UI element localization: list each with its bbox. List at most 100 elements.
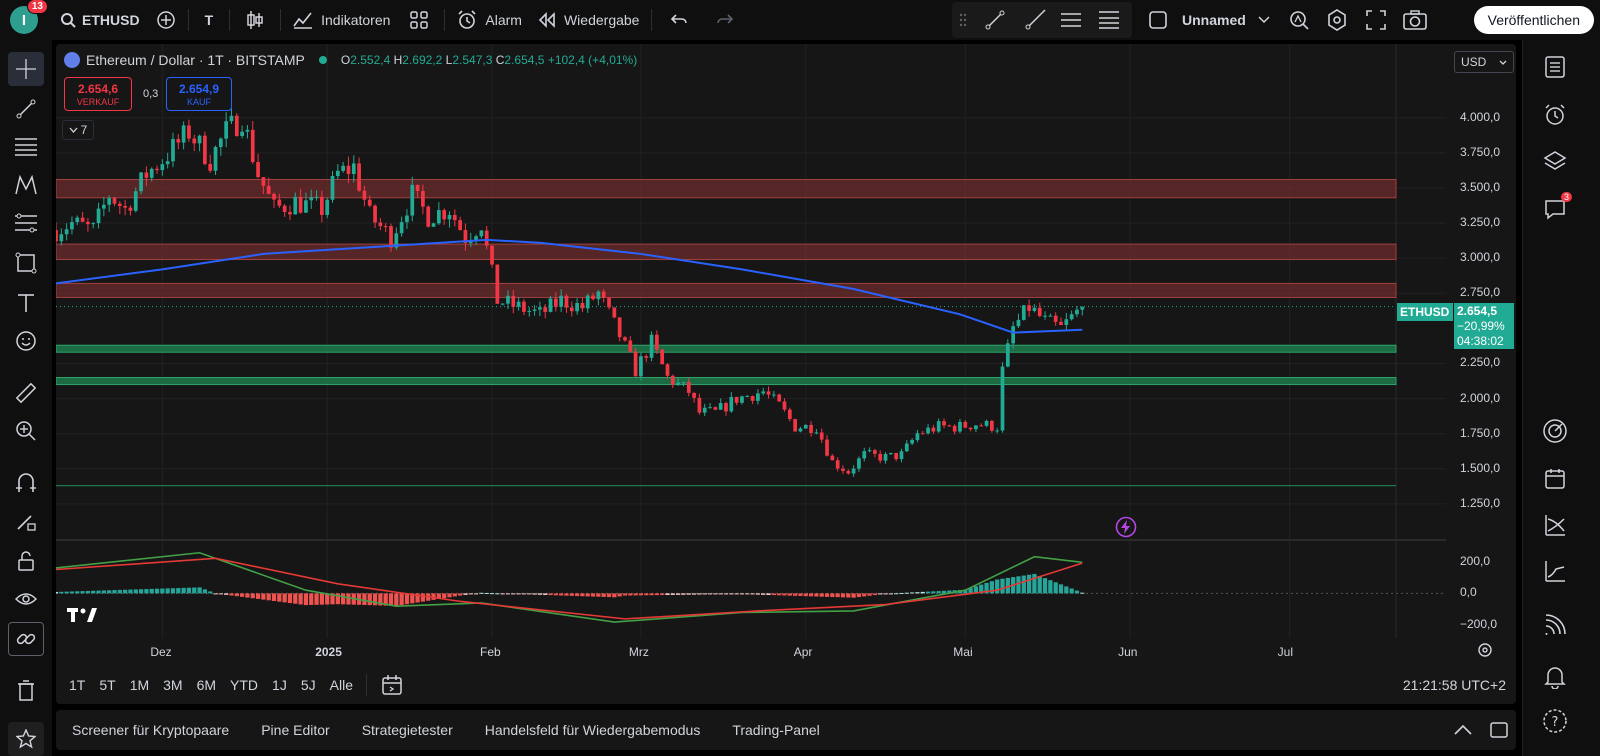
range-button-3m[interactable]: 3M [156,677,189,693]
candle-body [516,301,521,307]
chats-button[interactable]: 3 [1538,192,1572,226]
bottom-tab-1[interactable]: Screener für Kryptopaare [56,722,245,738]
camera-icon[interactable] [1403,10,1427,30]
go-to-date-icon[interactable] [381,674,403,696]
trend-line-icon[interactable] [984,9,1006,31]
chart-type-button[interactable] [234,0,276,40]
histogram-bar [612,593,617,598]
favorites-tool[interactable] [8,722,44,756]
compare-symbol-button[interactable] [148,0,184,40]
calendar-button[interactable] [1538,462,1572,496]
bottom-tab-2[interactable]: Pine Editor [245,722,345,738]
candle-body [851,468,856,474]
alarm-button[interactable]: Alarm [449,0,530,40]
trend-line-tool[interactable] [8,92,44,126]
time-axis-label: Apr [793,645,813,659]
sell-button[interactable]: 2.654,6 VERKAUF [64,77,132,111]
time-zone-clock[interactable]: 21:21:58 UTC+2 [1403,677,1506,693]
buy-button[interactable]: 2.654,9 KAUF [166,77,232,111]
text-tool[interactable] [8,286,44,320]
range-button-1j[interactable]: 1J [265,677,294,693]
chart-panel[interactable]: Ethereum / Dollar · 1T · BITSTAMP O2.552… [56,44,1516,704]
quick-search-icon[interactable] [1288,9,1310,31]
indicators-collapse-button[interactable]: 7 [62,120,94,140]
histogram-bar [420,593,426,602]
pattern-tool[interactable] [8,168,44,202]
range-button-5t[interactable]: 5T [92,677,122,693]
streams-button[interactable] [1538,608,1572,642]
technicals-button[interactable] [1538,414,1572,448]
symbol-title[interactable]: Ethereum / Dollar · 1T · BITSTAMP [86,52,305,68]
candle-body [825,439,829,456]
bottom-tab-3[interactable]: Strategietester [346,722,469,738]
emoji-tool[interactable] [8,324,44,358]
timeframe-button[interactable]: T [193,0,226,40]
candle-body [655,334,659,350]
magnet-tool[interactable] [8,466,44,500]
bottom-tab-4[interactable]: Handelsfeld für Wiedergabemodus [469,722,717,738]
hide-drawings-tool[interactable] [8,582,44,616]
replay-button[interactable]: Wiedergabe [530,0,648,40]
notifications-button[interactable] [1538,660,1572,694]
lightning-icon[interactable] [1115,516,1137,538]
watchlist-button[interactable] [1538,50,1572,84]
candle-body [591,295,595,300]
range-button-1m[interactable]: 1M [123,677,156,693]
shapes-tool[interactable] [8,246,44,280]
top-toolbar: I 13 ETHUSD T Indikatoren Alarm Wiederga… [0,0,1600,40]
undo-button[interactable] [656,0,702,40]
parallel-channel-icon[interactable] [1060,9,1082,31]
object-tree-button[interactable] [1538,144,1572,178]
publish-button[interactable]: Veröffentlichen [1473,6,1594,34]
user-avatar[interactable]: I 13 [10,0,48,34]
bottom-tab-5[interactable]: Trading-Panel [716,722,835,738]
measure-tool[interactable] [8,376,44,410]
currency-select[interactable]: USD [1454,51,1514,73]
time-axis-label: Feb [480,645,501,659]
alerts-button[interactable] [1538,98,1572,132]
svg-text:?: ? [1552,715,1559,730]
range-button-6m[interactable]: 6M [190,677,223,693]
range-button-ytd[interactable]: YTD [223,677,265,693]
sync-drawings-tool[interactable] [8,622,44,656]
redo-button[interactable] [702,0,748,40]
crosshair-tool[interactable] [8,52,44,86]
tradingview-logo-icon[interactable] [66,606,100,624]
chevron-up-icon[interactable] [1454,724,1472,736]
lock-tool[interactable] [8,544,44,578]
pencil-lock-icon [17,515,36,531]
fib-retracement-icon[interactable] [1098,9,1120,31]
settings-icon[interactable] [1326,9,1348,31]
candle-body [389,226,393,248]
histogram-bar [638,593,644,596]
candle-body [915,433,920,440]
histogram-bar [569,593,574,596]
maximize-icon[interactable] [1490,722,1508,738]
histogram-bar [904,592,909,594]
price-chart[interactable] [56,44,1516,704]
symbol-search-button[interactable]: ETHUSD [46,0,148,40]
square-icon [1149,11,1167,29]
zoom-tool[interactable] [8,414,44,448]
candle-body [830,455,835,461]
templates-button[interactable] [398,0,440,40]
candle-body [335,170,340,177]
ray-icon[interactable] [1024,9,1046,31]
axis-settings-icon[interactable] [1477,642,1493,658]
remove-drawings-tool[interactable] [8,674,44,708]
range-button-1t[interactable]: 1T [62,677,92,693]
drag-handle-icon[interactable] [958,12,968,28]
pine-screener-button[interactable] [1538,554,1572,588]
help-button[interactable]: ? [1538,704,1572,738]
strategy-button[interactable] [1538,508,1572,542]
forecast-tool[interactable] [8,206,44,240]
fib-tool[interactable] [8,130,44,164]
candle-body [729,396,734,412]
layout-selector[interactable]: Unnamed [1140,0,1278,40]
fullscreen-icon[interactable] [1366,10,1386,30]
range-button-alle[interactable]: Alle [323,677,360,693]
indicators-button[interactable]: Indikatoren [285,0,398,40]
timeframe-label: T [204,12,214,28]
drawing-mode-tool[interactable] [8,504,44,538]
range-button-5j[interactable]: 5J [294,677,323,693]
